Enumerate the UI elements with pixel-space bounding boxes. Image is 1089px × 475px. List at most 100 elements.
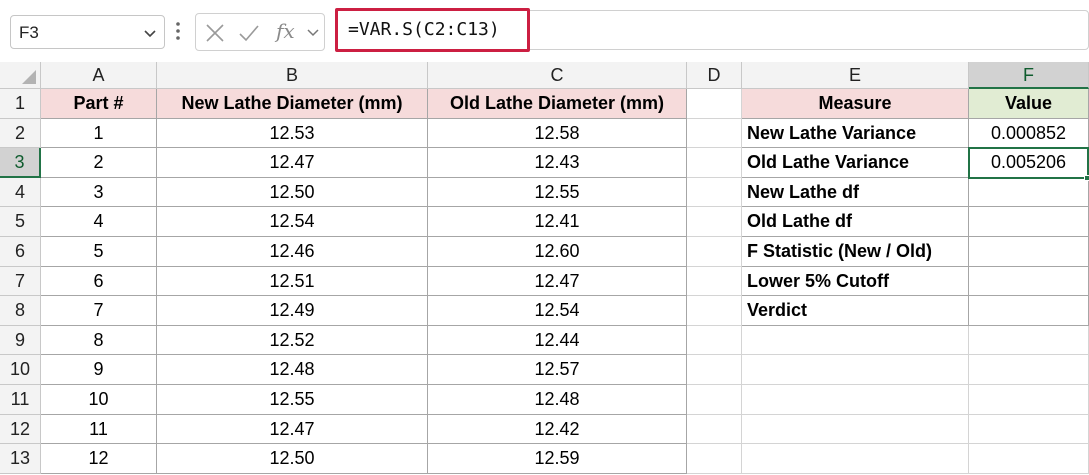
- table-header-value[interactable]: Value: [969, 89, 1089, 119]
- cancel-x-icon[interactable]: [204, 22, 226, 44]
- chevron-down-icon[interactable]: [142, 25, 158, 41]
- chevron-down-icon[interactable]: [306, 25, 320, 39]
- row-header-10[interactable]: 10: [0, 355, 41, 385]
- table-cell[interactable]: 12.54: [157, 207, 428, 237]
- table-cell[interactable]: 12.51: [157, 266, 428, 297]
- measure-value[interactable]: [969, 237, 1089, 267]
- cell-e11[interactable]: [742, 385, 969, 415]
- cell-d5[interactable]: [687, 207, 742, 237]
- table-cell[interactable]: 12.43: [428, 148, 687, 178]
- formula-text[interactable]: =VAR.S(C2:C13): [348, 19, 500, 40]
- cell-d6[interactable]: [687, 237, 742, 267]
- measure-value[interactable]: [969, 296, 1089, 326]
- row-header-11[interactable]: 11: [0, 385, 41, 415]
- name-box[interactable]: F3: [10, 15, 165, 49]
- table-cell[interactable]: 12.47: [157, 148, 428, 178]
- measure-label[interactable]: Verdict: [742, 296, 969, 326]
- measure-value[interactable]: 0.000852: [969, 118, 1089, 149]
- table-cell[interactable]: 12.42: [428, 414, 687, 445]
- cell-d13[interactable]: [687, 444, 742, 474]
- table-cell[interactable]: 3: [41, 177, 157, 208]
- cell-d9[interactable]: [687, 325, 742, 356]
- column-header-a[interactable]: A: [41, 62, 157, 89]
- column-header-f[interactable]: F: [969, 62, 1089, 89]
- column-header-c[interactable]: C: [428, 62, 687, 89]
- cell-f13[interactable]: [969, 444, 1089, 474]
- table-cell[interactable]: 1: [41, 118, 157, 149]
- measure-label[interactable]: New Lathe df: [742, 177, 969, 208]
- table-header-measure[interactable]: Measure: [742, 89, 969, 119]
- cell-d12[interactable]: [687, 414, 742, 445]
- table-cell[interactable]: 4: [41, 207, 157, 237]
- row-header-3[interactable]: 3: [0, 148, 41, 178]
- table-cell[interactable]: 12.47: [428, 266, 687, 297]
- cell-d4[interactable]: [687, 177, 742, 208]
- cell-e12[interactable]: [742, 414, 969, 445]
- measure-value[interactable]: 0.005206: [969, 148, 1089, 178]
- row-header-5[interactable]: 5: [0, 207, 41, 237]
- row-header-6[interactable]: 6: [0, 237, 41, 267]
- cell-d8[interactable]: [687, 296, 742, 326]
- row-header-8[interactable]: 8: [0, 296, 41, 326]
- table-cell[interactable]: 12.55: [428, 177, 687, 208]
- spreadsheet-grid[interactable]: ABCDEF 1 2 3 4 5 6 7 8 9 10 11 12 13 Part # New Lathe…: [0, 62, 1089, 475]
- cell-f9[interactable]: [969, 325, 1089, 356]
- table-cell[interactable]: 10: [41, 385, 157, 415]
- cell-e9[interactable]: [742, 325, 969, 356]
- measure-label[interactable]: Old Lathe df: [742, 207, 969, 237]
- table-header[interactable]: New Lathe Diameter (mm): [157, 89, 428, 119]
- table-cell[interactable]: 12.44: [428, 325, 687, 356]
- row-header-1[interactable]: 1: [0, 89, 41, 119]
- cell-d3[interactable]: [687, 148, 742, 178]
- cell-e13[interactable]: [742, 444, 969, 474]
- measure-label[interactable]: Old Lathe Variance: [742, 148, 969, 178]
- table-header[interactable]: Old Lathe Diameter (mm): [428, 89, 687, 119]
- table-cell[interactable]: 12.54: [428, 296, 687, 326]
- cell-f10[interactable]: [969, 355, 1089, 385]
- cell-e10[interactable]: [742, 355, 969, 385]
- table-cell[interactable]: 12.50: [157, 444, 428, 474]
- table-cell[interactable]: 12.55: [157, 385, 428, 415]
- row-header-4[interactable]: 4: [0, 177, 41, 208]
- row-header-9[interactable]: 9: [0, 325, 41, 356]
- measure-value[interactable]: [969, 207, 1089, 237]
- table-cell[interactable]: 12.58: [428, 118, 687, 149]
- table-cell[interactable]: 12.48: [428, 385, 687, 415]
- table-cell[interactable]: 12.46: [157, 237, 428, 267]
- row-header-7[interactable]: 7: [0, 266, 41, 297]
- table-cell[interactable]: 7: [41, 296, 157, 326]
- select-all-corner[interactable]: [0, 62, 41, 89]
- table-cell[interactable]: 12: [41, 444, 157, 474]
- measure-label[interactable]: New Lathe Variance: [742, 118, 969, 149]
- table-header[interactable]: Part #: [41, 89, 157, 119]
- row-header-2[interactable]: 2: [0, 118, 41, 149]
- insert-function-icon[interactable]: fx: [276, 19, 295, 43]
- table-cell[interactable]: 12.48: [157, 355, 428, 385]
- row-header-13[interactable]: 13: [0, 444, 41, 474]
- table-cell[interactable]: 11: [41, 414, 157, 445]
- cell-f12[interactable]: [969, 414, 1089, 445]
- table-cell[interactable]: 9: [41, 355, 157, 385]
- measure-value[interactable]: [969, 266, 1089, 297]
- more-options-icon[interactable]: [175, 18, 181, 44]
- table-cell[interactable]: 5: [41, 237, 157, 267]
- cell-d11[interactable]: [687, 385, 742, 415]
- table-cell[interactable]: 12.50: [157, 177, 428, 208]
- cell-d1[interactable]: [687, 89, 742, 119]
- table-cell[interactable]: 12.59: [428, 444, 687, 474]
- cell-d7[interactable]: [687, 266, 742, 297]
- measure-label[interactable]: Lower 5% Cutoff: [742, 266, 969, 297]
- column-header-d[interactable]: D: [687, 62, 742, 89]
- table-cell[interactable]: 12.49: [157, 296, 428, 326]
- table-cell[interactable]: 12.47: [157, 414, 428, 445]
- column-header-e[interactable]: E: [742, 62, 969, 89]
- table-cell[interactable]: 12.53: [157, 118, 428, 149]
- fill-handle[interactable]: [1084, 174, 1089, 181]
- row-header-12[interactable]: 12: [0, 414, 41, 445]
- column-header-b[interactable]: B: [157, 62, 428, 89]
- cell-d10[interactable]: [687, 355, 742, 385]
- table-cell[interactable]: 2: [41, 148, 157, 178]
- table-cell[interactable]: 12.41: [428, 207, 687, 237]
- table-cell[interactable]: 12.60: [428, 237, 687, 267]
- table-cell[interactable]: 12.57: [428, 355, 687, 385]
